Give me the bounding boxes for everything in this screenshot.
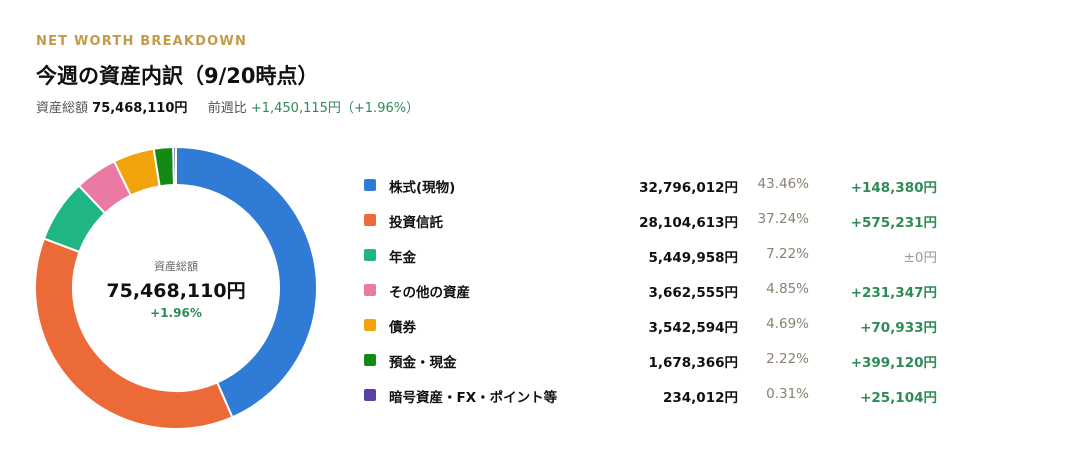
legend-row: その他の資産 3,662,555円 4.85% +231,347円 [364, 273, 944, 308]
donut-chart: 資産総額 75,468,110円 +1.96% [35, 147, 317, 429]
legend-percent: 7.22% [766, 246, 809, 262]
legend-category-label: 投資信託 [389, 215, 443, 231]
legend-row: 暗号資産・FX・ポイント等 234,012円 0.31% +25,104円 [364, 378, 944, 413]
legend-change: +399,120円 [850, 355, 937, 371]
legend-amount: 3,542,594円 [648, 320, 738, 336]
legend-row: 預金・現金 1,678,366円 2.22% +399,120円 [364, 343, 944, 378]
legend-row: 投資信託 28,104,613円 37.24% +575,231円 [364, 203, 944, 238]
legend-change: +148,380円 [850, 180, 937, 196]
legend-percent: 4.85% [766, 281, 809, 297]
legend-category-label: その他の資産 [389, 285, 470, 301]
legend-swatch [364, 389, 376, 401]
legend-amount: 3,662,555円 [648, 285, 738, 301]
legend-swatch [364, 354, 376, 366]
legend-category-label: 債券 [389, 320, 416, 336]
legend-swatch [364, 179, 376, 191]
eyebrow-label: NET WORTH BREAKDOWN [36, 34, 248, 49]
legend-change: +231,347円 [850, 285, 937, 301]
legend-category-label: 年金 [389, 250, 416, 266]
legend-change: +575,231円 [850, 215, 937, 231]
legend-amount: 28,104,613円 [639, 215, 738, 231]
legend-row: 債券 3,542,594円 4.69% +70,933円 [364, 308, 944, 343]
compare-label: 前週比 [207, 101, 247, 116]
legend-amount: 5,449,958円 [648, 250, 738, 266]
compare-value: +1,450,115円（+1.96%） [250, 101, 420, 116]
legend-change: +25,104円 [860, 390, 937, 406]
summary-line: 資産総額 75,468,110円 前週比 +1,450,115円（+1.96%） [36, 97, 419, 116]
legend-swatch [364, 214, 376, 226]
legend-swatch [364, 319, 376, 331]
legend-amount: 234,012円 [663, 390, 738, 406]
legend-percent: 4.69% [766, 316, 809, 332]
total-label: 資産総額 [36, 101, 89, 116]
legend-swatch [364, 249, 376, 261]
page-title: 今週の資産内訳（9/20時点） [36, 64, 319, 88]
donut-center-change: +1.96% [150, 306, 202, 320]
legend-percent: 2.22% [766, 351, 809, 367]
legend-change: ±0円 [903, 250, 937, 266]
legend-category-label: 株式(現物) [389, 180, 456, 196]
donut-center-label: 資産総額 [154, 260, 198, 273]
legend-amount: 32,796,012円 [639, 180, 738, 196]
legend-amount: 1,678,366円 [648, 355, 738, 371]
legend-table: 株式(現物) 32,796,012円 43.46% +148,380円投資信託 28,1… [364, 168, 944, 413]
legend-swatch [364, 284, 376, 296]
legend-row: 年金 5,449,958円 7.22% ±0円 [364, 238, 944, 273]
legend-percent: 37.24% [757, 211, 809, 227]
donut-slice [172, 147, 177, 187]
donut-center-value: 75,468,110円 [106, 280, 246, 302]
legend-change: +70,933円 [860, 320, 937, 336]
legend-row: 株式(現物) 32,796,012円 43.46% +148,380円 [364, 168, 944, 203]
total-value: 75,468,110円 [92, 101, 188, 116]
legend-percent: 43.46% [757, 176, 809, 192]
legend-percent: 0.31% [766, 386, 809, 402]
legend-category-label: 暗号資産・FX・ポイント等 [389, 390, 558, 406]
legend-category-label: 預金・現金 [389, 355, 457, 371]
